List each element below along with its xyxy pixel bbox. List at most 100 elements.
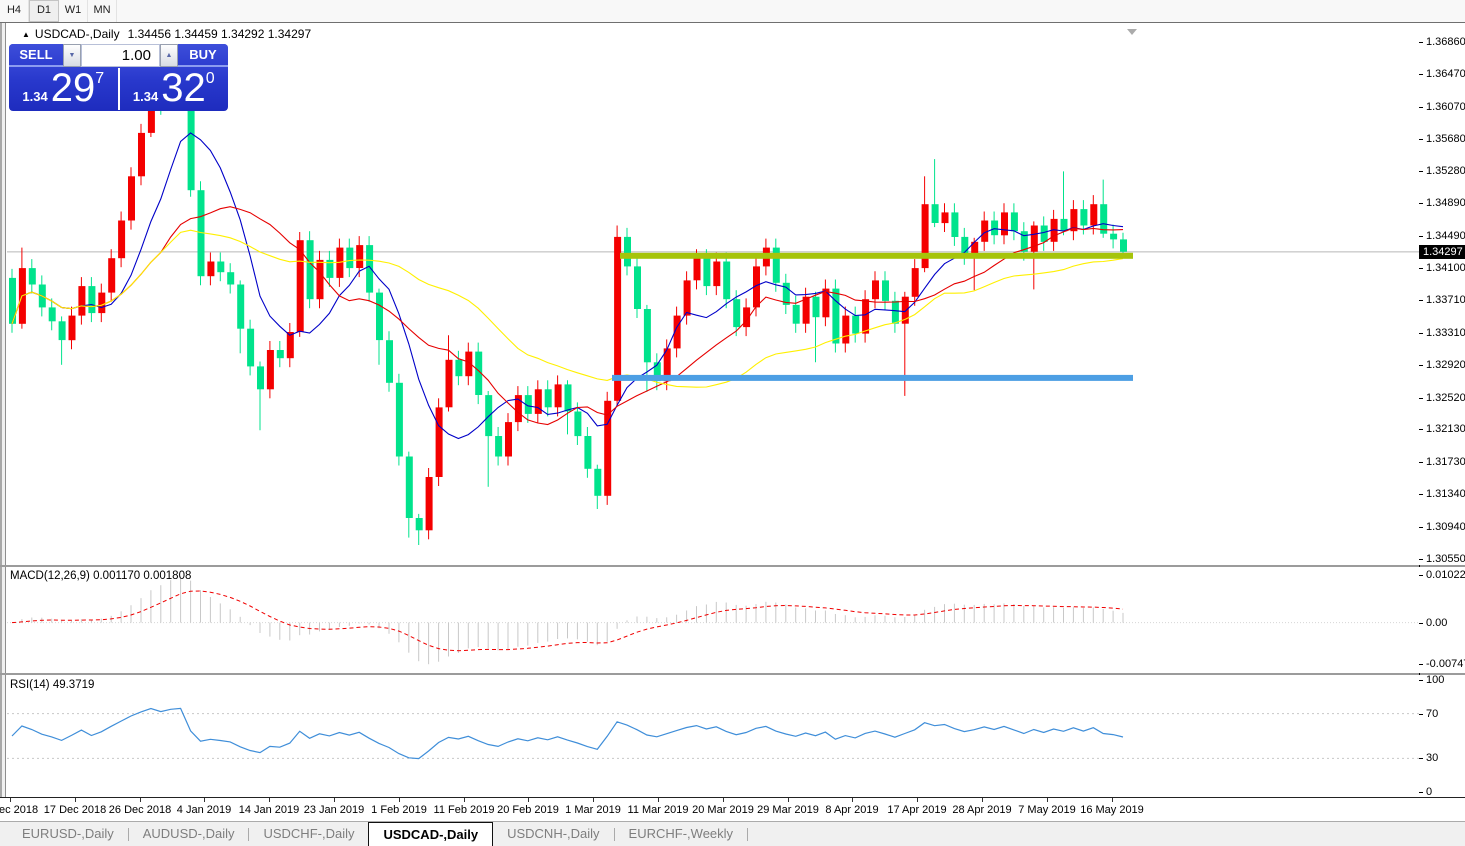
- axis-tick-mark: [1419, 236, 1423, 237]
- chart-header: ▲ USDCAD-,Daily 1.34456 1.34459 1.34292 1.…: [22, 27, 311, 41]
- macd-tick-label: 0.010229: [1426, 569, 1465, 581]
- price-tick-label: 1.36470: [1426, 68, 1465, 80]
- date-tick-label: 29 Mar 2019: [757, 804, 819, 816]
- axis-tick-mark: [1419, 714, 1423, 715]
- axis-tick-mark: [1419, 792, 1423, 793]
- axis-tick-mark: [1419, 527, 1423, 528]
- macd-tick-label: -0.007477: [1426, 658, 1465, 670]
- date-tick-mark: [334, 798, 335, 802]
- price-tick-label: 1.32920: [1426, 359, 1465, 371]
- chart-ohlc-values: 1.34456 1.34459 1.34292 1.34297: [128, 27, 312, 41]
- axis-tick-mark: [1419, 559, 1423, 560]
- date-tick-mark: [1112, 798, 1113, 802]
- timeframe-w1-button[interactable]: W1: [59, 0, 88, 22]
- volume-decrease-button[interactable]: ▼: [63, 44, 81, 67]
- price-axis[interactable]: 1.368601.364701.360701.356801.352801.348…: [1419, 23, 1465, 565]
- volume-increase-button[interactable]: ▲: [160, 44, 178, 67]
- date-tick-label: 23 Jan 2019: [304, 804, 365, 816]
- date-tick-label: 7 May 2019: [1018, 804, 1075, 816]
- date-tick-label: 1 Mar 2019: [565, 804, 621, 816]
- axis-tick-mark: [1419, 758, 1423, 759]
- rsi-indicator-label: RSI(14) 49.3719: [10, 679, 94, 691]
- chart-window-left-border: [0, 23, 6, 846]
- date-tick-label: 28 Apr 2019: [952, 804, 1011, 816]
- date-tick-label: 7 Dec 2018: [0, 804, 38, 816]
- axis-tick-mark: [1419, 664, 1423, 665]
- collapse-panel-icon[interactable]: ▲: [22, 30, 30, 39]
- metatrader-window: H4 D1 W1 MN ▲ USDCAD-,Daily 1.34456 1.3445…: [0, 0, 1465, 846]
- tab-audusd-daily[interactable]: AUDUSD-,Daily: [129, 822, 249, 846]
- tab-usdcnh-daily[interactable]: USDCNH-,Daily: [493, 822, 613, 846]
- date-tick-label: 20 Mar 2019: [692, 804, 754, 816]
- axis-tick-mark: [1419, 429, 1423, 430]
- current-price-tag: 1.34297: [1419, 245, 1465, 259]
- date-tick-label: 14 Jan 2019: [239, 804, 300, 816]
- date-tick-mark: [269, 798, 270, 802]
- date-tick-mark: [399, 798, 400, 802]
- ask-price-display[interactable]: 1.34320: [120, 67, 229, 111]
- date-tick-mark: [528, 798, 529, 802]
- rsi-tick-label: 70: [1426, 708, 1438, 720]
- timeframe-mn-button[interactable]: MN: [88, 0, 117, 22]
- date-tick-mark: [788, 798, 789, 802]
- date-tick-label: 20 Feb 2019: [497, 804, 559, 816]
- axis-tick-mark: [1419, 171, 1423, 172]
- price-tick-label: 1.31340: [1426, 488, 1465, 500]
- axis-tick-mark: [1419, 139, 1423, 140]
- volume-input[interactable]: 1.00: [81, 44, 160, 67]
- date-tick-mark: [140, 798, 141, 802]
- date-tick-mark: [464, 798, 465, 802]
- tab-eurusd-daily[interactable]: EURUSD-,Daily: [8, 822, 128, 846]
- chevron-down-icon: ▼: [69, 52, 76, 59]
- chart-shift-marker-icon[interactable]: [1127, 29, 1137, 35]
- date-tick-label: 8 Apr 2019: [825, 804, 878, 816]
- price-tick-label: 1.34100: [1426, 262, 1465, 274]
- price-tick-label: 1.30940: [1426, 521, 1465, 533]
- axis-tick-mark: [1419, 203, 1423, 204]
- date-tick-mark: [658, 798, 659, 802]
- date-tick-label: 1 Feb 2019: [371, 804, 427, 816]
- axis-tick-mark: [1419, 575, 1423, 576]
- tab-usdchf-daily[interactable]: USDCHF-,Daily: [249, 822, 368, 846]
- date-tick-mark: [204, 798, 205, 802]
- price-tick-label: 1.33710: [1426, 294, 1465, 306]
- rsi-tick-label: 30: [1426, 752, 1438, 764]
- macd-axis: 0.0102290.00-0.007477: [1419, 567, 1465, 673]
- axis-tick-mark: [1419, 398, 1423, 399]
- price-tick-label: 1.36860: [1426, 36, 1465, 48]
- timeframe-d1-button[interactable]: D1: [29, 0, 59, 22]
- axis-tick-mark: [1419, 74, 1423, 75]
- date-tick-mark: [10, 798, 11, 802]
- price-tick-label: 1.31730: [1426, 456, 1465, 468]
- one-click-trading-panel: SELL ▼ 1.00 ▲ BUY 1.34297 1.34320: [9, 44, 228, 111]
- date-tick-label: 11 Feb 2019: [434, 804, 495, 816]
- sell-button[interactable]: SELL: [9, 44, 63, 67]
- buy-button[interactable]: BUY: [178, 44, 228, 67]
- axis-tick-mark: [1419, 462, 1423, 463]
- price-tick-label: 1.32520: [1426, 392, 1465, 404]
- date-tick-mark: [593, 798, 594, 802]
- date-tick-label: 16 May 2019: [1080, 804, 1144, 816]
- date-tick-label: 4 Jan 2019: [177, 804, 231, 816]
- price-tick-label: 1.30550: [1426, 553, 1465, 565]
- rsi-chart[interactable]: [7, 675, 1419, 797]
- axis-tick-mark: [1419, 107, 1423, 108]
- date-tick-label: 11 Mar 2019: [628, 804, 689, 816]
- axis-tick-mark: [1419, 268, 1423, 269]
- tab-usdcad-daily[interactable]: USDCAD-,Daily: [368, 822, 493, 846]
- time-axis[interactable]: 7 Dec 201817 Dec 201826 Dec 20184 Jan 20…: [0, 798, 1465, 821]
- date-tick-label: 17 Dec 2018: [44, 804, 106, 816]
- chart-symbol-label: USDCAD-,Daily: [35, 27, 120, 41]
- price-tick-label: 1.35680: [1426, 133, 1465, 145]
- timeframe-h4-button[interactable]: H4: [0, 0, 29, 22]
- bid-price-display[interactable]: 1.34297: [9, 67, 118, 111]
- date-tick-mark: [852, 798, 853, 802]
- ask-price-sup: 0: [206, 70, 215, 111]
- date-tick-label: 17 Apr 2019: [887, 804, 946, 816]
- macd-chart[interactable]: [7, 567, 1419, 673]
- price-tick-label: 1.35280: [1426, 165, 1465, 177]
- axis-tick-mark: [1419, 680, 1423, 681]
- price-tick-label: 1.36070: [1426, 101, 1465, 113]
- chart-tab-bar: EURUSD-,Daily AUDUSD-,Daily USDCHF-,Dail…: [0, 821, 1465, 846]
- tab-eurchf-weekly[interactable]: EURCHF-,Weekly: [615, 822, 748, 846]
